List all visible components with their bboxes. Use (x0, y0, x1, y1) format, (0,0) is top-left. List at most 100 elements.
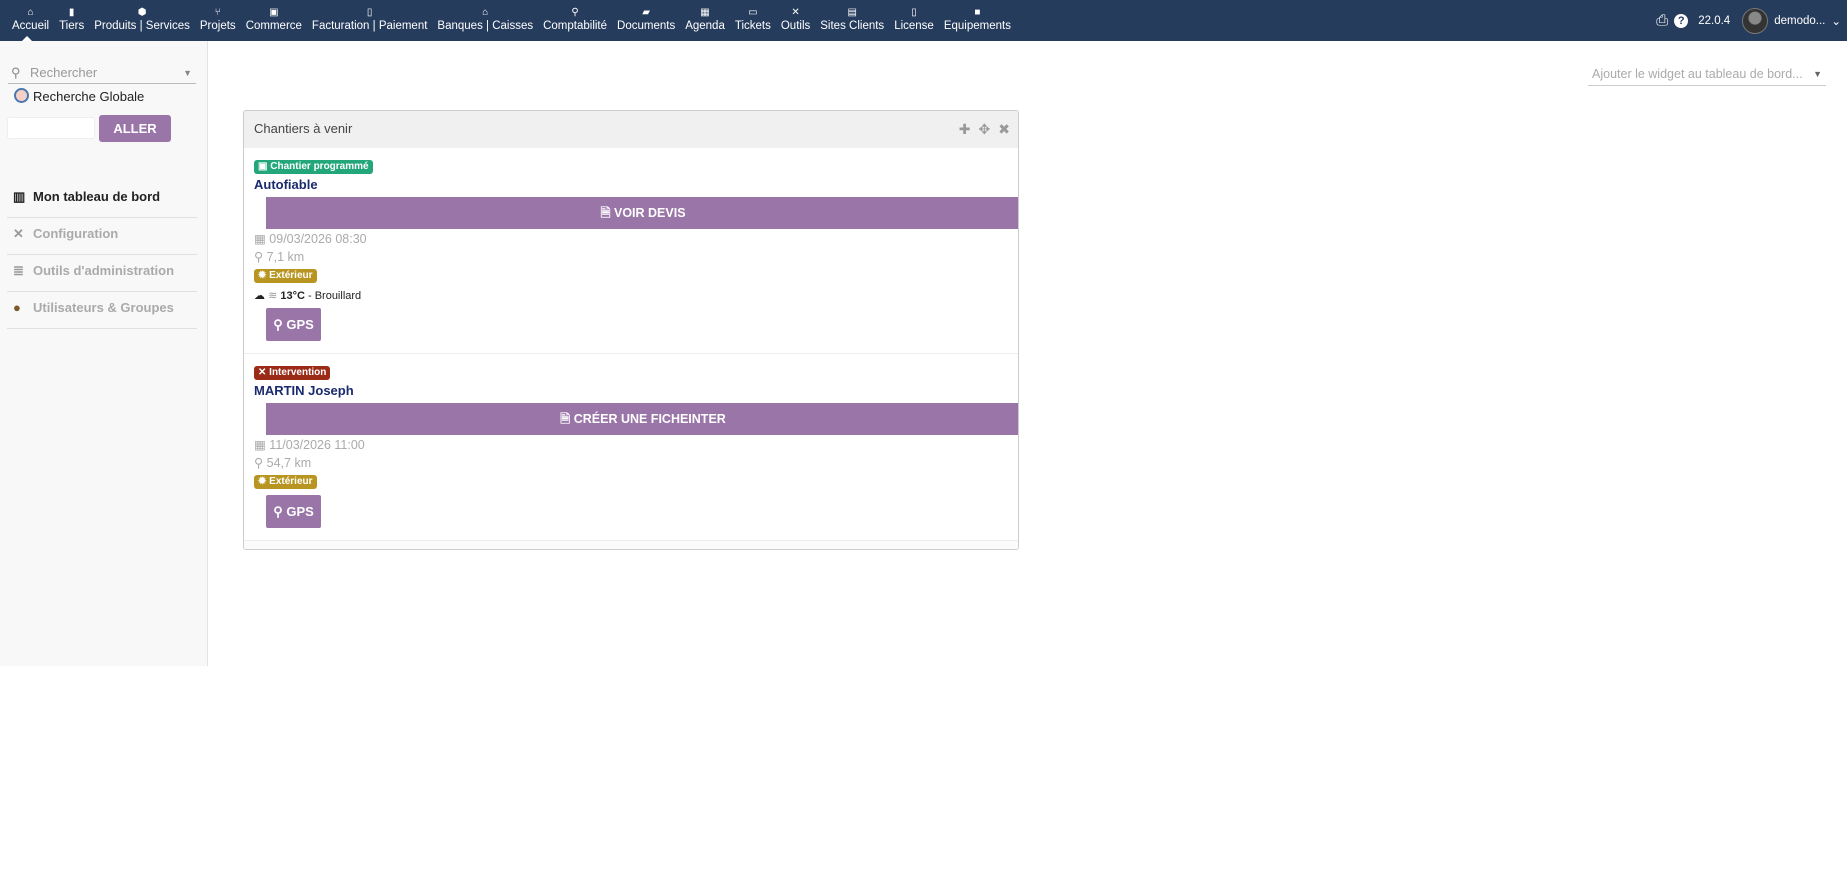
gps-button[interactable]: ⚲ GPS (266, 308, 321, 341)
go-button[interactable]: ALLER (99, 115, 171, 142)
sidebar-item-label: Outils d'administration (33, 263, 175, 278)
widget-header: Chantiers à venir ✚ ✥ ✖ (244, 111, 1018, 148)
top-right-tools: ⎙ ? 22.0.4 demodo... ⌄ (1656, 0, 1847, 41)
fog-icon: ≋ (268, 290, 278, 302)
map-marker-icon: ⚲ (273, 317, 283, 332)
sidebar-menu: ▥ Mon tableau de bord ✕ Configuration ≣ Out… (7, 189, 197, 329)
caret-down-icon: ▼ (1813, 69, 1822, 79)
nav-label: Agenda (685, 20, 725, 32)
nav-license[interactable]: ▯ License (889, 0, 939, 41)
entry-title[interactable]: Autofiable (254, 177, 1018, 192)
magnifier-icon (14, 88, 29, 103)
nav-label: Tickets (734, 20, 771, 32)
search-select[interactable]: ⚲ Rechercher ▼ (8, 64, 196, 84)
global-search-label: Recherche Globale (14, 88, 144, 104)
nav-equipements[interactable]: ■ Equipements (939, 0, 1016, 41)
button-label: VOIR DEVIS (614, 206, 686, 220)
suitcase-icon: ▣ (269, 7, 279, 18)
upcoming-sites-widget: Chantiers à venir ✚ ✥ ✖ ▣ Chantier program… (243, 110, 1019, 550)
status-badge: ✕ Intervention (254, 366, 331, 380)
button-label: GPS (286, 504, 314, 519)
top-navbar: ⌂ Accueil ▮ Tiers ⬢ Produits | Services ⑂ Pr… (0, 0, 1847, 41)
route-icon: ⚲ (254, 250, 264, 264)
entry-title[interactable]: MARTIN Joseph (254, 383, 1018, 398)
distance-text: 54,7 km (266, 456, 312, 470)
nav-tiers[interactable]: ▮ Tiers (54, 0, 89, 41)
gps-button[interactable]: ⚲ GPS (266, 495, 321, 528)
global-search-input[interactable] (7, 117, 95, 139)
location-badge: ✹ Extérieur (254, 475, 317, 489)
building-icon: ▮ (68, 7, 75, 18)
nav-label: Equipements (943, 20, 1011, 32)
badge-label: Extérieur (269, 270, 313, 281)
search-icon: ⚲ (11, 65, 21, 80)
nav-label: Outils (780, 20, 811, 32)
add-widget-select[interactable]: Ajouter le widget au tableau de bord... ▼ (1588, 64, 1826, 86)
entry-date: ▦ 09/03/2026 08:30 (254, 231, 1018, 247)
cloud-sun-icon: ☁ (254, 290, 265, 302)
sidebar-item-users-groups[interactable]: ● Utilisateurs & Groupes (7, 292, 197, 329)
add-widget-placeholder: Ajouter le widget au tableau de bord... (1592, 67, 1803, 81)
main-menu: ⌂ Accueil ▮ Tiers ⬢ Produits | Services ⑂ Pr… (0, 0, 1016, 41)
nav-facturation[interactable]: ▯ Facturation | Paiement (307, 0, 433, 41)
nav-label: Projets (199, 20, 236, 32)
nav-documents[interactable]: ▰ Documents (612, 0, 680, 41)
weather-info: ☁ ≋ 13°C - Brouillard (254, 289, 1018, 302)
file-icon: ▯ (911, 7, 917, 18)
print-icon[interactable]: ⎙ (1656, 12, 1668, 29)
move-icon[interactable]: ✥ (979, 111, 991, 147)
plus-icon[interactable]: ✚ (959, 111, 971, 147)
nav-label: Facturation | Paiement (311, 20, 428, 32)
nav-projets[interactable]: ⑂ Projets (195, 0, 241, 41)
nav-commerce[interactable]: ▣ Commerce (241, 0, 307, 41)
calendar-icon: ▦ (700, 7, 710, 18)
button-label: CRÉER UNE FICHEINTER (573, 412, 726, 426)
list-item: ▣ Chantier programmé Autofiable 🗎 VOIR D… (244, 148, 1018, 354)
badge-label: Intervention (269, 367, 327, 378)
nav-sites-clients[interactable]: ▤ Sites Clients (815, 0, 889, 41)
chevron-down-icon[interactable]: ⌄ (1831, 14, 1841, 28)
server-icon: ≣ (13, 263, 24, 278)
help-icon[interactable]: ? (1674, 13, 1689, 28)
sidebar-item-admin-tools[interactable]: ≣ Outils d'administration (7, 255, 197, 292)
list-item: ✕ Intervention MARTIN Joseph 🗎 CRÉER UNE… (244, 354, 1018, 541)
date-text: 09/03/2026 08:30 (269, 232, 367, 246)
view-all-link[interactable]: Voir tout (244, 541, 1018, 549)
bank-icon: ⌂ (482, 7, 489, 18)
sidebar-item-configuration[interactable]: ✕ Configuration (7, 218, 197, 255)
tools-icon: ✕ (13, 226, 24, 241)
widget-title: Chantiers à venir (254, 121, 353, 136)
view-quote-button[interactable]: 🗎 VOIR DEVIS (266, 197, 1018, 229)
sidebar-item-label: Mon tableau de bord (33, 189, 161, 204)
button-label: GPS (286, 317, 314, 332)
user-menu[interactable]: demodo... (1774, 15, 1825, 27)
nav-label: Banques | Caisses (437, 20, 534, 32)
nav-agenda[interactable]: ▦ Agenda (680, 0, 730, 41)
create-intervention-button[interactable]: 🗎 CRÉER UNE FICHEINTER (266, 403, 1018, 435)
calendar-icon: ▦ (254, 438, 266, 452)
route-icon: ⚲ (254, 456, 264, 470)
search-dollar-icon: ⚲ (571, 7, 579, 18)
file-icon: 🗎 (560, 412, 571, 426)
nav-accueil[interactable]: ⌂ Accueil (0, 0, 54, 41)
folder-icon: ▰ (642, 7, 650, 18)
nav-produits[interactable]: ⬢ Produits | Services (89, 0, 195, 41)
map-marker-icon: ⚲ (273, 504, 283, 519)
date-text: 11/03/2026 11:00 (269, 438, 365, 452)
nav-comptabilite[interactable]: ⚲ Comptabilité (538, 0, 612, 41)
user-icon: ● (13, 300, 21, 315)
warehouse-icon: ▤ (847, 7, 857, 18)
sitemap-icon: ⑂ (214, 7, 221, 18)
nav-label: Produits | Services (94, 20, 190, 32)
close-icon[interactable]: ✖ (998, 111, 1010, 147)
search-placeholder: Rechercher (30, 65, 98, 80)
nav-label: Commerce (245, 20, 302, 32)
avatar[interactable] (1742, 7, 1769, 34)
nav-tickets[interactable]: ▭ Tickets (730, 0, 776, 41)
nav-label: Accueil (12, 20, 50, 32)
sidebar-item-dashboard[interactable]: ▥ Mon tableau de bord (7, 181, 197, 218)
nav-banques[interactable]: ⌂ Banques | Caisses (432, 0, 538, 41)
nav-label: Tiers (59, 20, 85, 32)
nav-outils[interactable]: ✕ Outils (776, 0, 815, 41)
calendar-icon: ▦ (254, 232, 266, 246)
